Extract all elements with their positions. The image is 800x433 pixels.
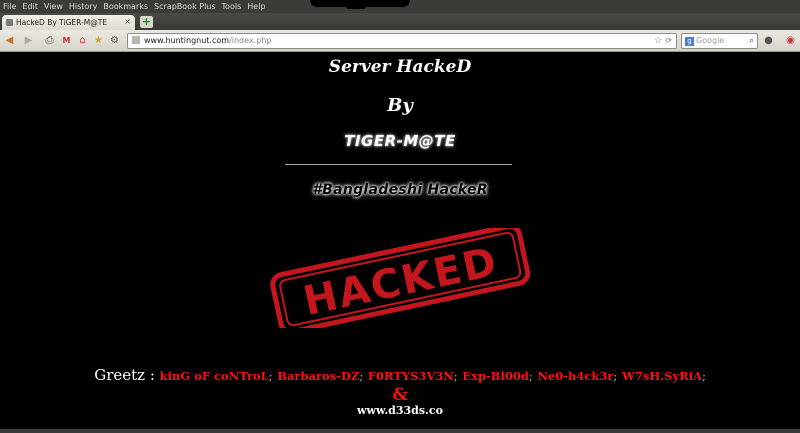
settings-gear-icon[interactable]: ⚙: [108, 34, 121, 47]
addon-abp-icon[interactable]: ●: [762, 34, 775, 47]
hacked-stamp: HACKED: [270, 228, 531, 328]
menu-file[interactable]: File: [3, 2, 16, 11]
menu-bookmarks[interactable]: Bookmarks: [103, 2, 148, 11]
tab-hacked[interactable]: HackeD By TiGER-M@TE ×: [2, 15, 135, 30]
url-path: /index.php: [229, 36, 272, 45]
title-redaction-tail: [345, 5, 367, 9]
greetz-label: Greetz :: [94, 366, 155, 384]
greetz-separator: ;: [453, 370, 458, 383]
greetz-name: Exp-Bl00d: [462, 369, 529, 383]
greetz-separator: ;: [359, 370, 364, 383]
mail-icon[interactable]: M: [60, 34, 73, 47]
menu-tools[interactable]: Tools: [222, 2, 242, 11]
greetz-name: Barbaros-DZ: [277, 369, 360, 383]
search-placeholder: Google: [696, 36, 725, 45]
greetz-name: W7sH.SyRiA: [621, 369, 703, 383]
tab-title: HackeD By TiGER-M@TE: [16, 18, 108, 27]
navigation-toolbar: ◀ ▶ ⎙ M ⌂ ★ ⚙ www.huntingnut.com/index.p…: [0, 30, 800, 52]
reload-icon[interactable]: ⟳: [665, 34, 672, 48]
forward-arrow-icon[interactable]: ▶: [22, 34, 35, 47]
page-content: Server HackeD By TIGER-M@TE #Bangladeshi…: [0, 52, 800, 433]
menu-scrapbook[interactable]: ScrapBook Plus: [154, 2, 215, 11]
menu-history[interactable]: History: [69, 2, 97, 11]
greetz-name: kinG oF coNTroL: [159, 369, 269, 383]
tab-favicon-icon: [6, 19, 13, 26]
bookmark-icon[interactable]: ★: [92, 34, 105, 47]
url-host: www.huntingnut.com: [144, 36, 230, 45]
greetz-separator: ;: [613, 370, 618, 383]
horizontal-scrollbar[interactable]: [0, 429, 800, 433]
search-engine-icon[interactable]: g: [685, 37, 694, 46]
author-name: TIGER-M@TE: [344, 132, 456, 150]
addon-red-icon[interactable]: ◉: [784, 34, 797, 47]
home-icon[interactable]: ⌂: [76, 34, 89, 47]
menu-edit[interactable]: Edit: [22, 2, 38, 11]
print-icon[interactable]: ⎙: [43, 34, 56, 47]
stamp-text: HACKED: [300, 239, 503, 325]
greetz-name: Ne0-h4ck3r: [537, 369, 614, 383]
by-line: By: [387, 95, 413, 116]
hashtag: #Bangladeshi HackeR: [312, 182, 488, 198]
url-bar[interactable]: www.huntingnut.com/index.php ☆ ⟳: [127, 33, 677, 49]
bookmark-star-icon[interactable]: ☆: [654, 34, 662, 48]
divider: [285, 164, 512, 165]
tab-bar: HackeD By TiGER-M@TE × +: [0, 13, 800, 30]
ampersand: &: [392, 385, 408, 405]
site-identity-icon: [132, 36, 140, 44]
greetz-name: F0RTYS3V3N: [367, 369, 454, 383]
menu-view[interactable]: View: [44, 2, 63, 11]
back-arrow-icon[interactable]: ◀: [3, 34, 16, 47]
greetz-separator: ;: [528, 370, 533, 383]
greetz-separator: ;: [702, 370, 706, 383]
new-tab-button[interactable]: +: [140, 16, 153, 28]
greetz-separator: ;: [268, 370, 273, 383]
close-tab-icon[interactable]: ×: [124, 17, 131, 26]
greetz-line: Greetz : kinG oF coNTroL; Barbaros-DZ; F…: [0, 366, 800, 384]
page-title: Server HackeD: [328, 57, 472, 77]
site-credit: www.d33ds.co: [357, 404, 443, 417]
search-bar[interactable]: g Google ⌕: [681, 33, 758, 49]
search-icon[interactable]: ⌕: [749, 34, 754, 48]
menu-help[interactable]: Help: [247, 2, 265, 11]
